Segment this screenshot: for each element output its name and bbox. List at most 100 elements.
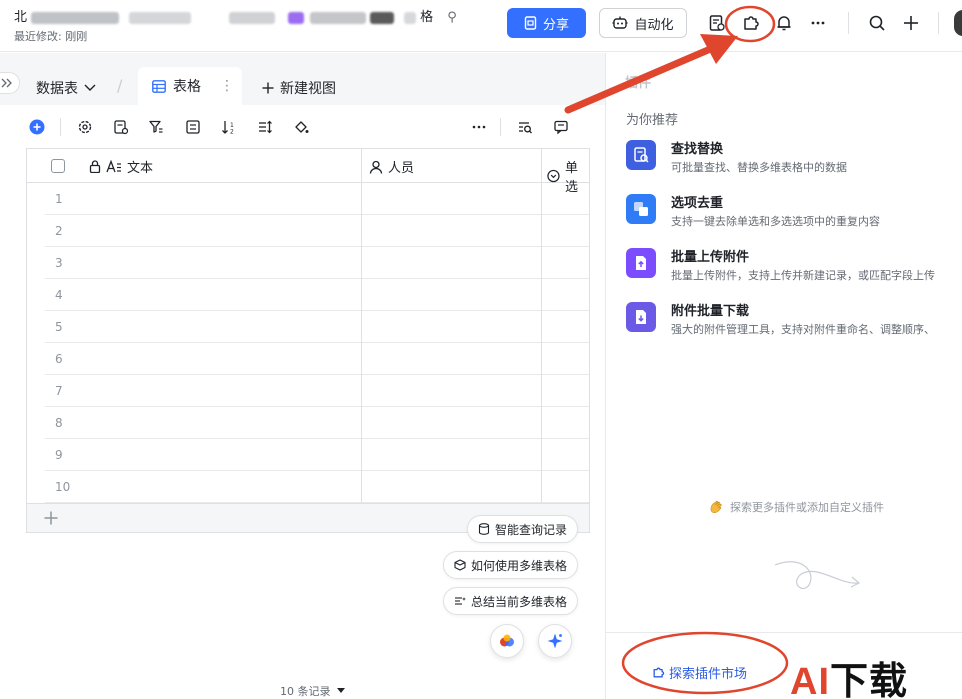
form-icon[interactable] — [705, 11, 729, 35]
plugin-dedupe-options[interactable]: 选项去重 支持一键去除单选和多选选项中的重复内容 — [626, 192, 962, 236]
document-title[interactable]: 北 格 ⚲ — [14, 6, 457, 25]
table-row[interactable]: 10 — [45, 471, 589, 503]
document-title-end: 格 — [420, 10, 434, 25]
table-row[interactable]: 6 — [45, 343, 589, 375]
table-row[interactable]: 7 — [45, 375, 589, 407]
watermark-suffix: 下载 — [830, 661, 909, 699]
grid-header: 文本 人员 单选 — [27, 149, 589, 195]
new-view-button[interactable]: 新建视图 — [262, 78, 336, 98]
plugin-name: 批量上传附件 — [671, 250, 750, 265]
robot-icon — [612, 16, 628, 29]
explore-more-link[interactable]: 探索更多插件或添加自定义插件 — [708, 499, 884, 515]
share-button[interactable]: 分享 — [507, 8, 586, 38]
divider — [848, 12, 849, 34]
ai-logo-icon — [500, 634, 514, 647]
plugin-icon[interactable] — [739, 11, 763, 35]
sparkle-button[interactable] — [538, 624, 572, 658]
toolbar-more-icon[interactable] — [470, 118, 488, 136]
comment-icon[interactable] — [552, 118, 570, 136]
plugin-batch-download[interactable]: 附件批量下载 强大的附件管理工具，支持对附件重命名、调整顺序、 — [626, 300, 962, 344]
watermark-logo: AI下载 — [790, 650, 908, 699]
table-row[interactable]: 1 — [45, 183, 589, 215]
settings-icon[interactable] — [76, 118, 94, 136]
plugin-market-link[interactable]: 探索插件市场 — [652, 663, 747, 682]
search-records-icon[interactable] — [516, 118, 534, 136]
redacted-title-part — [31, 11, 120, 24]
download-icon — [626, 302, 656, 332]
row-number: 3 — [55, 256, 63, 270]
recommend-label: 为你推荐 — [626, 113, 679, 128]
sort-icon[interactable]: 12 — [220, 118, 238, 136]
plugin-description: 支持一键去除单选和多选选项中的重复内容 — [671, 215, 880, 228]
new-view-label: 新建视图 — [280, 81, 336, 97]
table-row[interactable]: 8 — [45, 407, 589, 439]
upload-icon — [626, 248, 656, 278]
plugin-batch-upload[interactable]: 批量上传附件 批量上传附件，支持上传并新建记录，或匹配字段上传 — [626, 246, 962, 290]
row-height-icon[interactable] — [256, 118, 274, 136]
row-number: 10 — [55, 480, 71, 494]
row-number: 9 — [55, 448, 63, 462]
grid-tab-label: 表格 — [173, 79, 201, 95]
plugin-name: 选项去重 — [671, 196, 724, 211]
select-all-checkbox[interactable] — [51, 159, 65, 173]
column-header-text[interactable]: 文本 — [89, 157, 153, 176]
add-record-icon[interactable] — [28, 118, 46, 136]
cube-icon — [454, 559, 466, 571]
table-row[interactable]: 2 — [45, 215, 589, 247]
automation-button[interactable]: 自动化 — [599, 8, 687, 38]
decorative-swirl-icon — [774, 561, 861, 589]
grid-toolbar: 12 — [24, 110, 594, 144]
chevron-down-icon — [84, 84, 96, 91]
smart-query-button[interactable]: 智能查询记录 — [467, 515, 579, 543]
tab-more-icon[interactable]: ⋮ — [220, 78, 234, 94]
plus-icon — [262, 82, 274, 94]
market-label: 探索插件市场 — [669, 667, 748, 682]
record-count[interactable]: 10 条记录 — [280, 683, 345, 699]
group-icon[interactable] — [184, 118, 202, 136]
hand-wave-icon — [710, 500, 722, 513]
document-title-start: 北 — [14, 10, 28, 25]
single-select-icon — [547, 169, 560, 183]
dedupe-icon — [626, 194, 656, 224]
filter-icon[interactable] — [147, 118, 165, 136]
database-icon — [478, 523, 490, 535]
sparkle-icon — [547, 633, 563, 649]
redacted-title-part — [369, 11, 394, 24]
row-number: 7 — [55, 384, 63, 398]
more-icon[interactable] — [806, 11, 830, 35]
share-label: 分享 — [542, 17, 569, 33]
ai-assistant-button[interactable] — [490, 624, 524, 658]
how-to-use-button[interactable]: 如何使用多维表格 — [443, 551, 579, 579]
table-row[interactable]: 4 — [45, 279, 589, 311]
fill-color-icon[interactable] — [292, 118, 310, 136]
table-row[interactable]: 9 — [45, 439, 589, 471]
field-config-icon[interactable] — [112, 118, 130, 136]
find-replace-icon — [626, 140, 656, 170]
double-chevron-right-icon — [1, 78, 12, 88]
grid-view-icon — [152, 79, 166, 93]
breadcrumb-separator: / — [117, 76, 123, 95]
person-icon — [369, 160, 383, 174]
search-icon[interactable] — [865, 11, 889, 35]
plugin-find-replace[interactable]: 查找替换 可批量查找、替换多维表格中的数据 — [626, 138, 962, 182]
plugin-name: 查找替换 — [671, 142, 724, 157]
pin-icon[interactable]: ⚲ — [447, 10, 457, 25]
plus-icon[interactable] — [899, 11, 923, 35]
redacted-title-part — [287, 11, 304, 24]
data-grid: 文本 人员 单选 1 2 3 4 5 6 7 8 9 10 — [26, 148, 590, 533]
column-divider — [541, 149, 542, 503]
top-bar: 北 格 ⚲ 最近修改: 刚刚 分享 自动化 — [0, 0, 962, 52]
column-header-person[interactable]: 人员 — [369, 157, 414, 176]
datatable-dropdown[interactable]: 数据表 — [36, 78, 96, 98]
text-field-icon — [106, 160, 121, 173]
summarize-button[interactable]: 总结当前多维表格 — [443, 587, 579, 615]
plugin-description: 强大的附件管理工具，支持对附件重命名、调整顺序、 — [671, 323, 935, 336]
bell-icon[interactable] — [772, 11, 796, 35]
row-number: 1 — [55, 192, 63, 206]
table-row[interactable]: 3 — [45, 247, 589, 279]
table-row[interactable]: 5 — [45, 311, 589, 343]
add-row-icon[interactable] — [43, 510, 59, 530]
avatar[interactable] — [954, 10, 962, 36]
redacted-title-part — [309, 11, 366, 24]
column-divider — [361, 149, 362, 503]
